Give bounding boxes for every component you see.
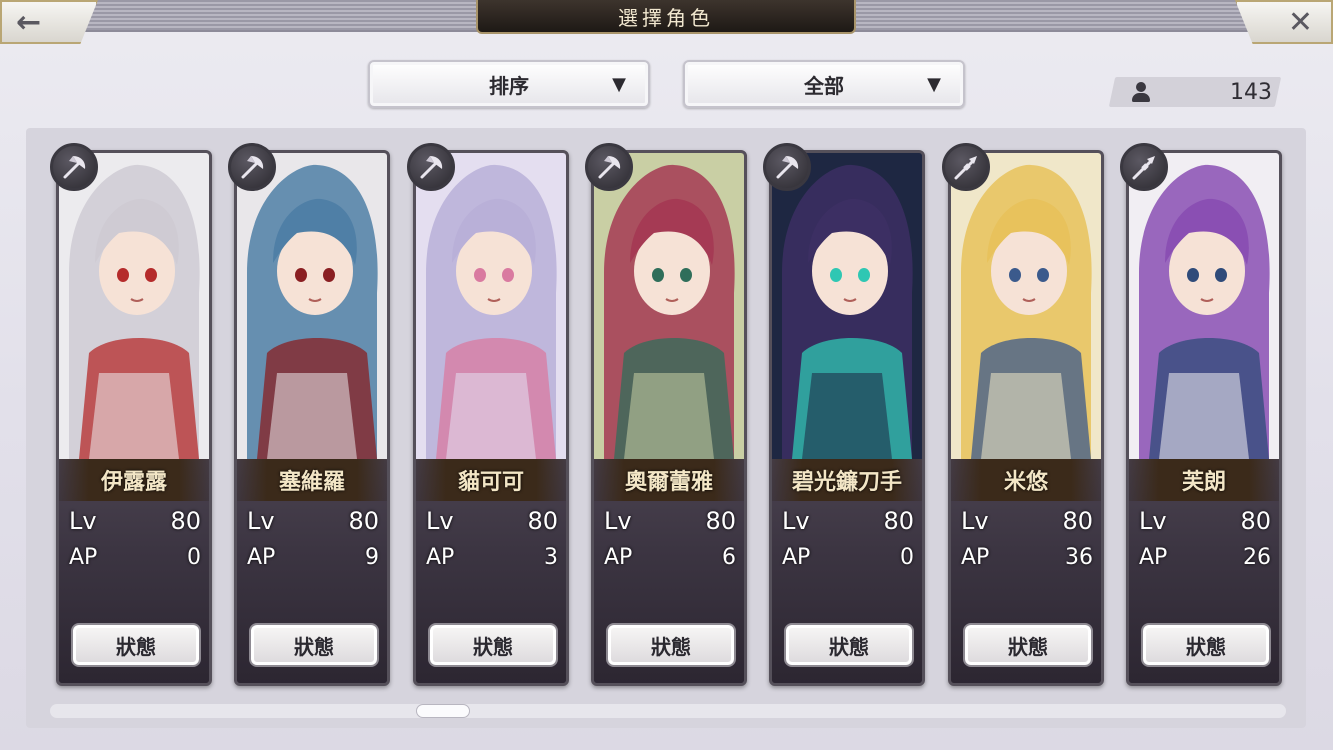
character-name: 伊露露: [59, 459, 209, 501]
status-button[interactable]: 狀態: [1141, 623, 1271, 667]
ap-row: AP 0: [69, 545, 201, 570]
ap-label: AP: [1139, 545, 1168, 570]
level-label: Lv: [782, 507, 810, 535]
character-name: 塞維羅: [237, 459, 387, 501]
character-name: 碧光鐮刀手: [772, 459, 922, 501]
status-button[interactable]: 狀態: [71, 623, 201, 667]
ap-label: AP: [69, 545, 98, 570]
level-row: Lv 80: [604, 507, 736, 535]
level-label: Lv: [1139, 507, 1167, 535]
character-card[interactable]: 碧光鐮刀手 Lv 80 AP 0 狀態: [769, 150, 925, 686]
character-name: 芙朗: [1129, 459, 1279, 501]
level-label: Lv: [69, 507, 97, 535]
axe-icon: [763, 143, 811, 191]
back-arrow-icon: ←: [16, 4, 42, 40]
back-button[interactable]: ←: [0, 0, 98, 44]
ap-value: 0: [187, 545, 201, 570]
character-portrait: [1129, 153, 1279, 459]
ap-value: 6: [722, 545, 736, 570]
ap-row: AP 3: [426, 545, 558, 570]
status-button[interactable]: 狀態: [606, 623, 736, 667]
level-row: Lv 80: [782, 507, 914, 535]
character-card[interactable]: 伊露露 Lv 80 AP 0 狀態: [56, 150, 212, 686]
spear-icon: [1120, 143, 1168, 191]
status-button[interactable]: 狀態: [784, 623, 914, 667]
ap-value: 26: [1243, 545, 1271, 570]
axe-icon: [228, 143, 276, 191]
character-card[interactable]: 塞維羅 Lv 80 AP 9 狀態: [234, 150, 390, 686]
ap-row: AP 6: [604, 545, 736, 570]
scrollbar-thumb[interactable]: [416, 704, 470, 718]
ap-value: 0: [900, 545, 914, 570]
axe-icon: [407, 143, 455, 191]
level-value: 80: [527, 507, 558, 535]
user-icon: [1130, 81, 1152, 103]
sort-dropdown-label: 排序: [489, 73, 529, 98]
filter-dropdown-label: 全部: [804, 73, 844, 98]
level-value: 80: [705, 507, 736, 535]
level-row: Lv 80: [69, 507, 201, 535]
character-card[interactable]: 米悠 Lv 80 AP 36 狀態: [948, 150, 1104, 686]
page-title: 選擇角色: [476, 0, 856, 34]
level-value: 80: [1062, 507, 1093, 535]
close-icon: ✕: [1287, 4, 1313, 40]
character-name: 米悠: [951, 459, 1101, 501]
level-row: Lv 80: [426, 507, 558, 535]
ap-label: AP: [247, 545, 276, 570]
ap-value: 36: [1065, 545, 1093, 570]
filter-dropdown[interactable]: 全部 ▼: [683, 60, 965, 108]
character-card[interactable]: 貓可可 Lv 80 AP 3 狀態: [413, 150, 569, 686]
ap-row: AP 26: [1139, 545, 1271, 570]
chevron-down-icon: ▼: [927, 74, 941, 95]
level-value: 80: [883, 507, 914, 535]
level-label: Lv: [961, 507, 989, 535]
character-card[interactable]: 芙朗 Lv 80 AP 26 狀態: [1126, 150, 1282, 686]
ap-label: AP: [961, 545, 990, 570]
level-value: 80: [1240, 507, 1271, 535]
ap-label: AP: [604, 545, 633, 570]
level-row: Lv 80: [1139, 507, 1271, 535]
character-portrait: [772, 153, 922, 459]
spear-icon: [942, 143, 990, 191]
close-button[interactable]: ✕: [1235, 0, 1333, 44]
ap-row: AP 36: [961, 545, 1093, 570]
character-portrait: [594, 153, 744, 459]
character-portrait: [237, 153, 387, 459]
character-portrait: [951, 153, 1101, 459]
ap-value: 9: [365, 545, 379, 570]
character-card[interactable]: 奧爾蕾雅 Lv 80 AP 6 狀態: [591, 150, 747, 686]
ap-row: AP 0: [782, 545, 914, 570]
character-portrait: [416, 153, 566, 459]
character-portrait: [59, 153, 209, 459]
ap-row: AP 9: [247, 545, 379, 570]
sort-dropdown[interactable]: 排序 ▼: [368, 60, 650, 108]
ap-label: AP: [782, 545, 811, 570]
character-name: 奧爾蕾雅: [594, 459, 744, 501]
status-button[interactable]: 狀態: [249, 623, 379, 667]
ap-label: AP: [426, 545, 455, 570]
level-value: 80: [170, 507, 201, 535]
axe-icon: [50, 143, 98, 191]
ap-value: 3: [544, 545, 558, 570]
level-label: Lv: [604, 507, 632, 535]
chevron-down-icon: ▼: [612, 74, 626, 95]
level-value: 80: [348, 507, 379, 535]
level-label: Lv: [247, 507, 275, 535]
roster-count-value: 143: [1230, 79, 1272, 105]
level-row: Lv 80: [961, 507, 1093, 535]
horizontal-scrollbar[interactable]: [50, 704, 1286, 718]
axe-icon: [585, 143, 633, 191]
character-name: 貓可可: [416, 459, 566, 501]
status-button[interactable]: 狀態: [963, 623, 1093, 667]
roster-count: 143: [1124, 77, 1274, 107]
level-label: Lv: [426, 507, 454, 535]
level-row: Lv 80: [247, 507, 379, 535]
status-button[interactable]: 狀態: [428, 623, 558, 667]
